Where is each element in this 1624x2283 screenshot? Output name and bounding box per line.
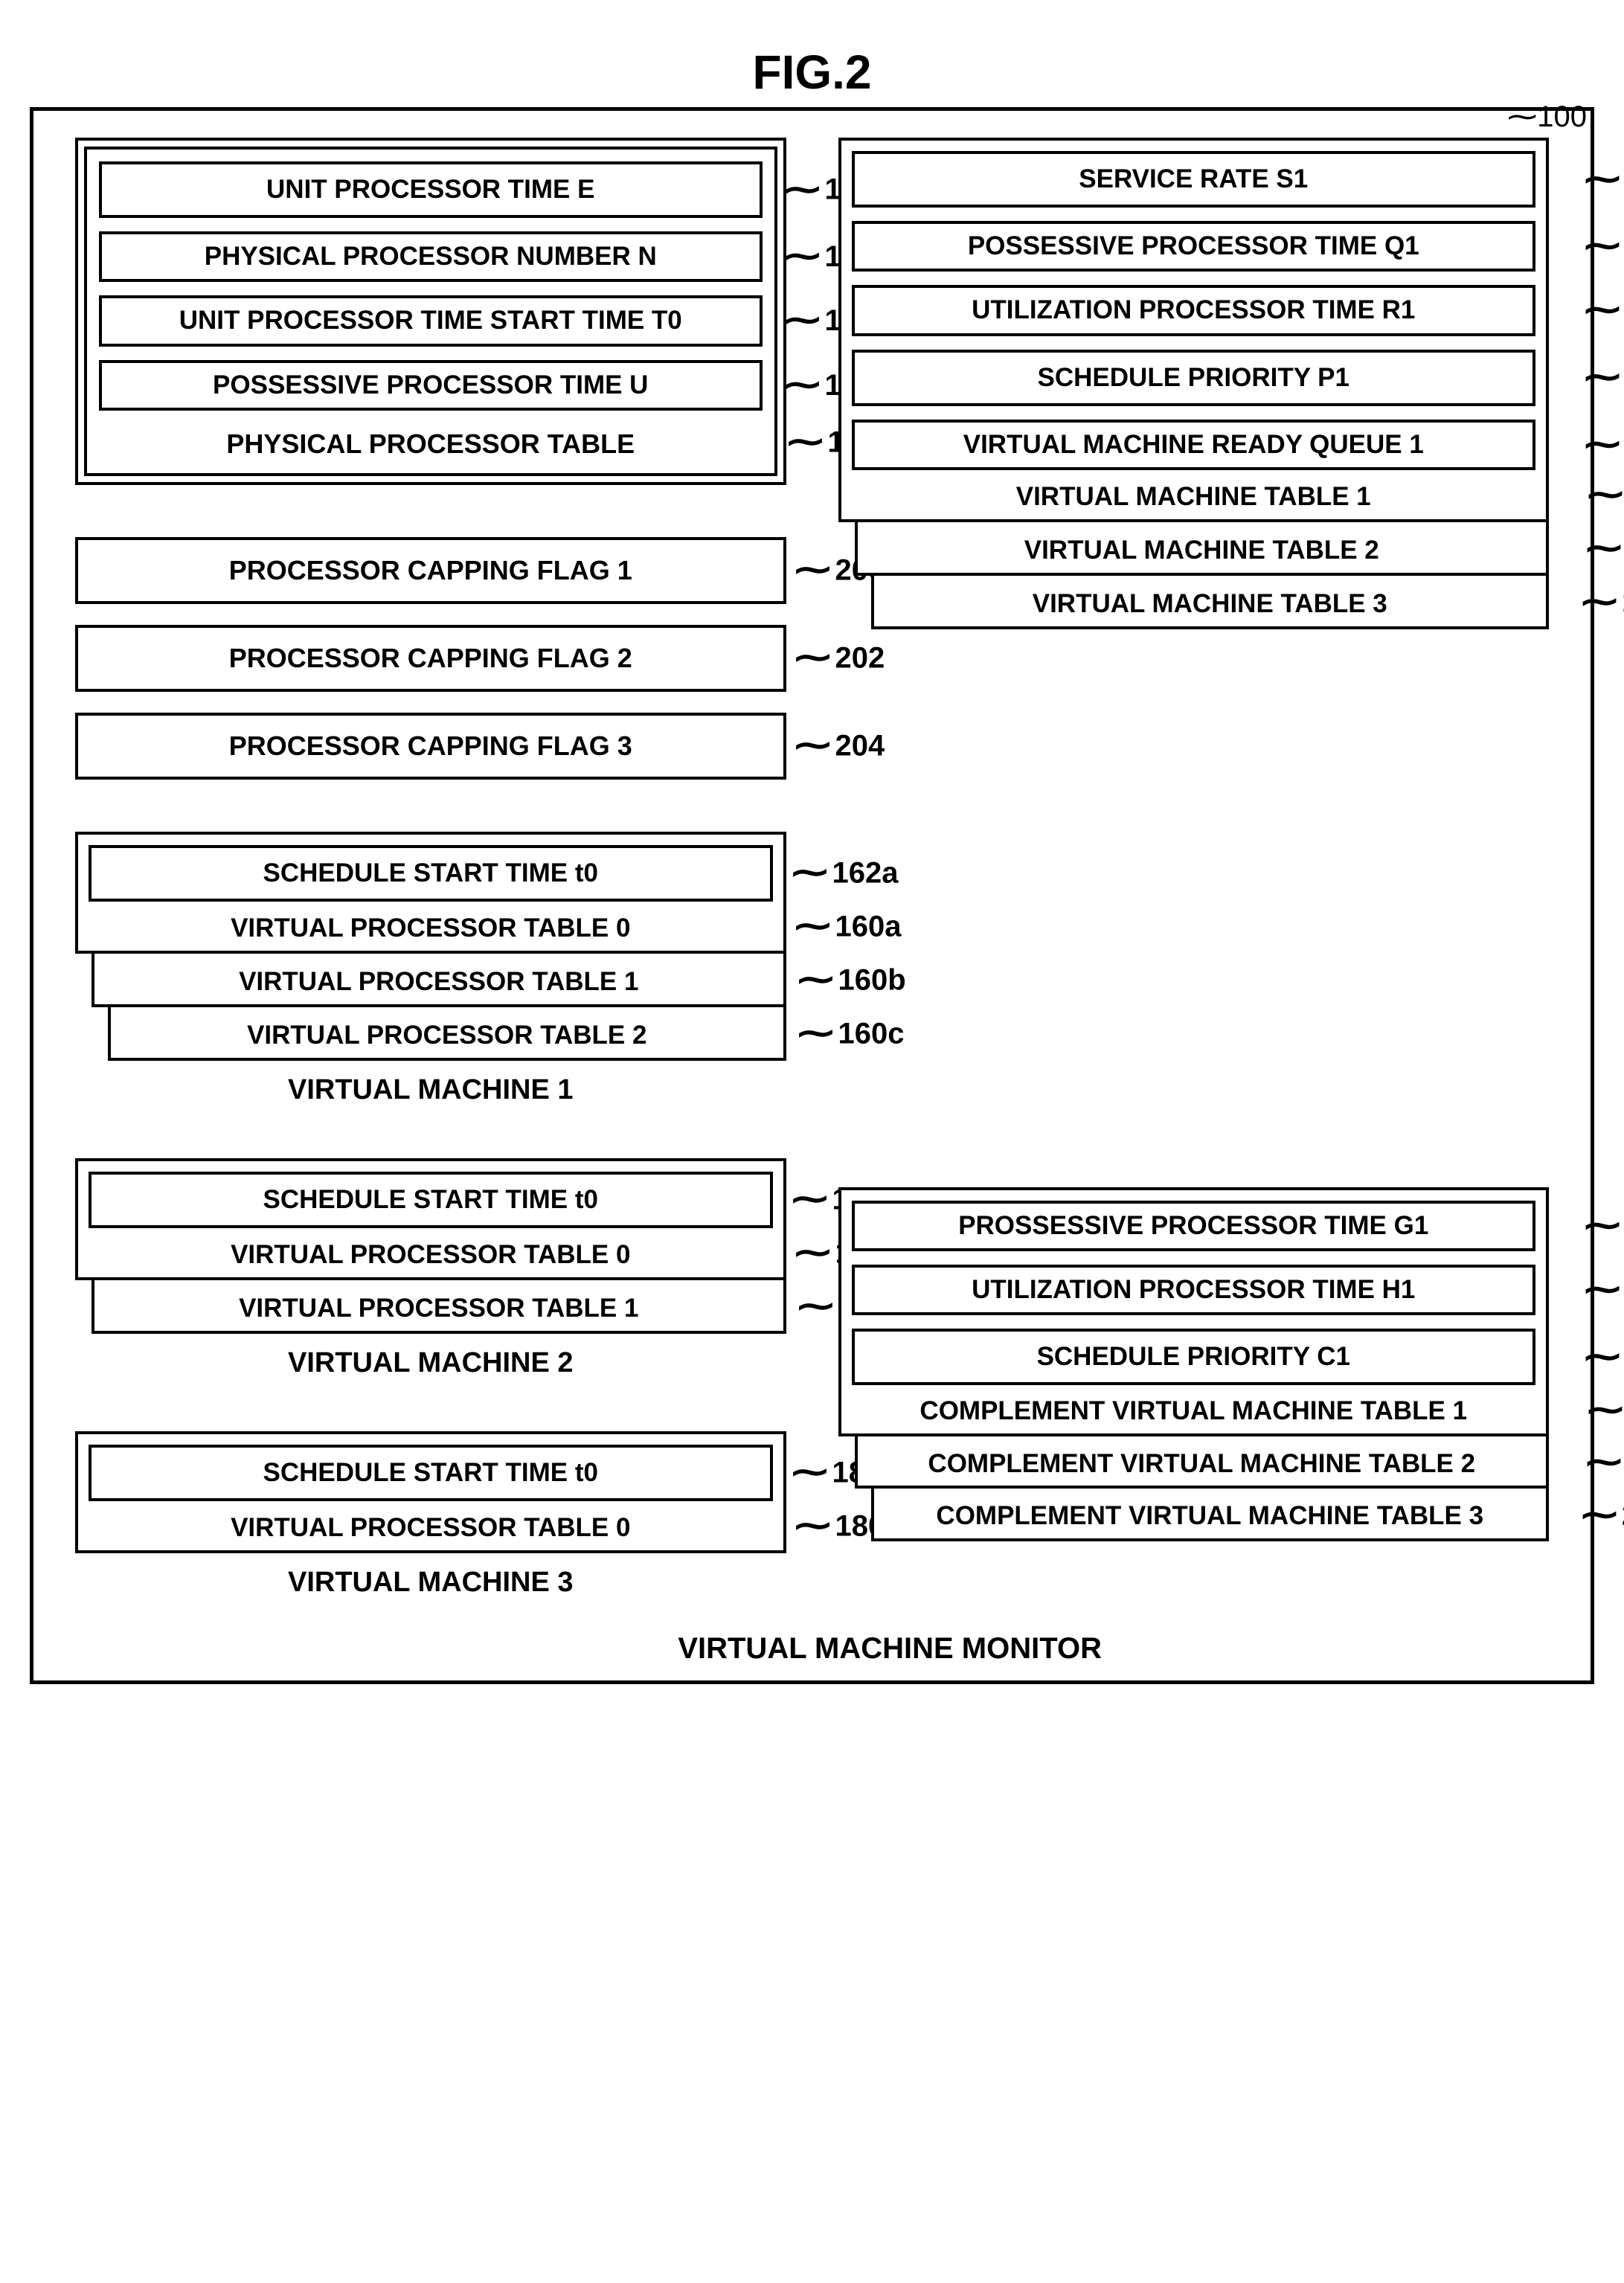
virtual-machine-monitor: VIRTUAL MACHINE MONITOR UNIT PROCESSOR T…	[30, 107, 1594, 1684]
vm3-schedule-start: SCHEDULE START TIME t0 ⁓182a	[89, 1445, 773, 1501]
unit-processor-time-start: UNIT PROCESSOR TIME START TIME T0 ⁓116	[99, 295, 763, 346]
physical-processor-table: UNIT PROCESSOR TIME E ⁓112 PHYSICAL PROC…	[75, 138, 786, 485]
utilization-processor-time-r1: UTILIZATION PROCESSOR TIME R1 ⁓126	[852, 285, 1536, 335]
virtual-machine-2: SCHEDULE START TIME t0 ⁓172a VIRTUAL PRO…	[75, 1158, 786, 1379]
virtual-machine-tables: SERVICE RATE S1 ⁓122 POSSESSIVE PROCESSO…	[838, 138, 1550, 629]
unit-processor-time-e: UNIT PROCESSOR TIME E ⁓112	[99, 161, 763, 218]
virtual-machine-3: SCHEDULE START TIME t0 ⁓182a VIRTUAL PRO…	[75, 1431, 786, 1599]
complement-vm-table-3: COMPLEMENT VIRTUAL MACHINE TABLE 3 ⁓230	[883, 1497, 1538, 1532]
figure-title: FIG.2	[30, 45, 1594, 100]
physical-processor-number-n: PHYSICAL PROCESSOR NUMBER N ⁓114	[99, 231, 763, 282]
processor-capping-flag-1: PROCESSOR CAPPING FLAG 1 ⁓200	[75, 537, 786, 604]
vm1-schedule-start: SCHEDULE START TIME t0 ⁓162a	[89, 845, 773, 902]
vm-table-1: VIRTUAL MACHINE TABLE 1 ⁓120	[852, 478, 1536, 513]
complement-vm-tables: PROSSESSIVE PROCESSOR TIME G1 ⁓212 UTILI…	[838, 1187, 1550, 1541]
physical-processor-table-title: PHYSICAL PROCESSOR TABLE ⁓110	[99, 424, 763, 461]
possessive-processor-time-g1: PROSSESSIVE PROCESSOR TIME G1 ⁓212	[852, 1201, 1536, 1251]
right-column: SERVICE RATE S1 ⁓122 POSSESSIVE PROCESSO…	[838, 138, 1550, 1541]
vm1-vpt2: VIRTUAL PROCESSOR TABLE 2 ⁓160c	[118, 1016, 776, 1052]
processor-capping-flag-2: PROCESSOR CAPPING FLAG 2 ⁓202	[75, 625, 786, 692]
vm3-caption: VIRTUAL MACHINE 3	[75, 1567, 786, 1599]
virtual-machine-1: SCHEDULE START TIME t0 ⁓162a VIRTUAL PRO…	[75, 832, 786, 1106]
processor-capping-flag-3: PROCESSOR CAPPING FLAG 3 ⁓204	[75, 713, 786, 780]
vm2-vpt1: VIRTUAL PROCESSOR TABLE 1 ⁓170b	[102, 1289, 776, 1325]
complement-vm-table-2: COMPLEMENT VIRTUAL MACHINE TABLE 2 ⁓220	[867, 1445, 1538, 1480]
vm3-vpt0: VIRTUAL PROCESSOR TABLE 0 ⁓180a	[89, 1509, 773, 1544]
outer-wrapper: ⁓100 VIRTUAL MACHINE MONITOR UNIT PROCES…	[30, 107, 1594, 1684]
possessive-processor-time-q1: POSSESSIVE PROCESSOR TIME Q1 ⁓124	[852, 221, 1536, 272]
vm2-caption: VIRTUAL MACHINE 2	[75, 1347, 786, 1379]
capping-flags: PROCESSOR CAPPING FLAG 1 ⁓200 PROCESSOR …	[75, 537, 786, 780]
vm1-vpt1: VIRTUAL PROCESSOR TABLE 1 ⁓160b	[102, 963, 776, 998]
vm2-schedule-start: SCHEDULE START TIME t0 ⁓172a	[89, 1172, 773, 1228]
schedule-priority-c1: SCHEDULE PRIORITY C1 ⁓216	[852, 1329, 1536, 1385]
vm-table-3: VIRTUAL MACHINE TABLE 3 ⁓140	[883, 585, 1538, 620]
service-rate-s1: SERVICE RATE S1 ⁓122	[852, 151, 1536, 208]
vm1-vpt0: VIRTUAL PROCESSOR TABLE 0 ⁓160a	[89, 909, 773, 945]
possessive-processor-time-u: POSSESSIVE PROCESSOR TIME U ⁓118	[99, 360, 763, 411]
monitor-label: VIRTUAL MACHINE MONITOR	[678, 1632, 1102, 1666]
vm1-caption: VIRTUAL MACHINE 1	[75, 1074, 786, 1106]
vm2-vpt0: VIRTUAL PROCESSOR TABLE 0 ⁓170a	[89, 1236, 773, 1271]
left-column: UNIT PROCESSOR TIME E ⁓112 PHYSICAL PROC…	[75, 138, 786, 1599]
vm-table-2: VIRTUAL MACHINE TABLE 2 ⁓130	[867, 531, 1538, 567]
schedule-priority-p1: SCHEDULE PRIORITY P1 ⁓128	[852, 350, 1536, 406]
vm-ready-queue-1: VIRTUAL MACHINE READY QUEUE 1 ⁓150	[852, 420, 1536, 470]
complement-vm-table-1: COMPLEMENT VIRTUAL MACHINE TABLE 1 ⁓210	[852, 1393, 1536, 1428]
utilization-processor-time-h1: UTILIZATION PROCESSOR TIME H1 ⁓214	[852, 1265, 1536, 1315]
